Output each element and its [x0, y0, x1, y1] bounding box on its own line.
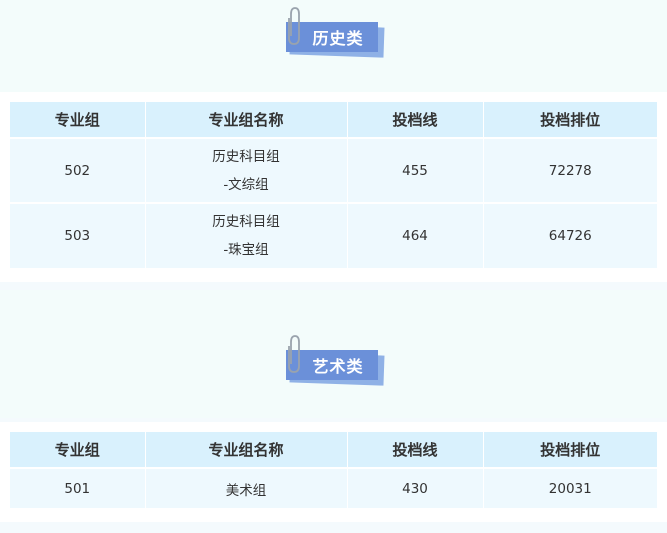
col-header-group-name: 专业组名称 [145, 102, 348, 138]
paperclip-icon [288, 335, 300, 373]
cell-score: 464 [347, 202, 484, 268]
col-header-group: 专业组 [10, 102, 146, 138]
cell-group-name-line2: -珠宝组 [223, 242, 269, 258]
history-table-card: 专业组 专业组名称 投档线 投档排位 502 历史科目组 -文综组 455 72… [0, 92, 667, 282]
table-header-row: 专业组 专业组名称 投档线 投档排位 [10, 102, 657, 138]
cell-group: 501 [10, 467, 146, 508]
art-table: 专业组 专业组名称 投档线 投档排位 501 美术组 430 20031 [10, 432, 657, 508]
table-row: 503 历史科目组 -珠宝组 464 64726 [10, 202, 657, 268]
cell-group-name-line2: -文综组 [223, 176, 269, 193]
cell-rank: 72278 [483, 137, 657, 203]
art-table-card: 专业组 专业组名称 投档线 投档排位 501 美术组 430 20031 [0, 422, 667, 522]
history-table: 专业组 专业组名称 投档线 投档排位 502 历史科目组 -文综组 455 72… [10, 102, 657, 268]
history-badge: 历史类 [282, 7, 392, 62]
paperclip-icon [288, 7, 300, 45]
cell-group-name: 历史科目组 -文综组 [145, 137, 348, 203]
table-row: 502 历史科目组 -文综组 455 72278 [10, 137, 657, 203]
col-header-score: 投档线 [347, 102, 484, 138]
cell-rank: 64726 [483, 202, 657, 268]
col-header-rank: 投档排位 [483, 102, 657, 138]
cell-group-name-line1: 历史科目组 [212, 148, 280, 165]
cell-group: 503 [10, 202, 146, 268]
cell-group: 502 [10, 137, 146, 203]
history-section-band: 历史类 [0, 0, 667, 92]
cell-score: 430 [347, 467, 484, 508]
col-header-group-name: 专业组名称 [145, 432, 348, 468]
table-row: 501 美术组 430 20031 [10, 467, 657, 508]
col-header-rank: 投档排位 [483, 432, 657, 468]
cell-group-name-line1: 历史科目组 [212, 214, 280, 230]
col-header-group: 专业组 [10, 432, 146, 468]
table-header-row: 专业组 专业组名称 投档线 投档排位 [10, 432, 657, 468]
cell-rank: 20031 [483, 467, 657, 508]
cell-score: 455 [347, 137, 484, 203]
cell-group-name: 美术组 [145, 467, 348, 508]
art-section-band: 艺术类 [0, 290, 667, 418]
cell-group-name: 历史科目组 -珠宝组 [145, 202, 348, 268]
col-header-score: 投档线 [347, 432, 484, 468]
art-badge: 艺术类 [282, 335, 392, 390]
